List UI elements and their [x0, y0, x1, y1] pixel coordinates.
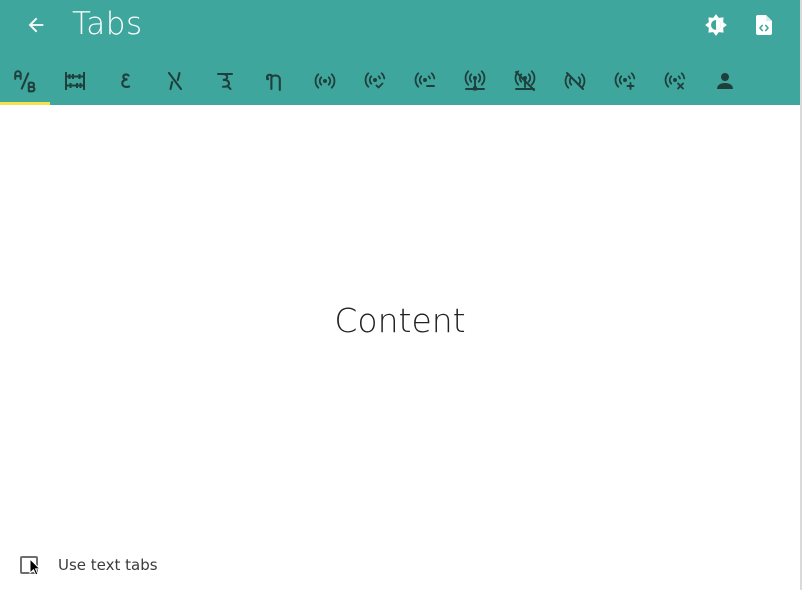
access-point-network-off-icon — [514, 70, 536, 91]
mouse-cursor-icon — [29, 558, 41, 576]
top-bar: Tabs — [0, 0, 800, 52]
abugida-devanagari-icon — [217, 73, 233, 90]
tab-abjad-arabic[interactable] — [100, 57, 150, 105]
tab-abugida-devanagari[interactable] — [200, 57, 250, 105]
tab-abacus[interactable] — [50, 57, 100, 105]
page-title: Tabs — [72, 6, 143, 42]
tab-ab-testing[interactable] — [0, 57, 50, 105]
abjad-hebrew-icon — [167, 71, 183, 91]
tab-bar — [0, 57, 750, 105]
abugida-thai-icon — [265, 73, 281, 92]
tab-account[interactable] — [700, 57, 750, 105]
tab-content: Content — [0, 105, 800, 535]
back-button[interactable] — [20, 9, 52, 41]
access-point-check-icon — [364, 72, 386, 89]
tab-access-point-plus[interactable] — [600, 57, 650, 105]
tab-access-point-check[interactable] — [350, 57, 400, 105]
app-window: Tabs Content Use text tabs — [0, 0, 802, 590]
tab-access-point-remove[interactable] — [650, 57, 700, 105]
use-text-tabs-label[interactable]: Use text tabs — [58, 556, 158, 574]
app-bar: Tabs — [0, 0, 800, 105]
tab-abugida-thai[interactable] — [250, 57, 300, 105]
arrow-left-icon — [28, 17, 44, 33]
abacus-icon — [65, 72, 85, 90]
toggle-theme-button[interactable] — [700, 9, 732, 41]
access-point-network-icon — [464, 70, 486, 91]
access-point-icon — [314, 73, 336, 89]
tab-abjad-hebrew[interactable] — [150, 57, 200, 105]
abjad-arabic-icon — [121, 73, 131, 88]
tab-access-point-network-off[interactable] — [500, 57, 550, 105]
content-text: Content — [334, 300, 466, 340]
tab-access-point-minus[interactable] — [400, 57, 450, 105]
access-point-remove-icon — [664, 72, 686, 90]
access-point-minus-icon — [414, 72, 436, 88]
tab-access-point[interactable] — [300, 57, 350, 105]
brightness-icon — [705, 14, 727, 36]
tab-access-point-off[interactable] — [550, 57, 600, 105]
ab-testing-icon — [14, 70, 36, 93]
access-point-plus-icon — [614, 72, 636, 90]
tab-access-point-network[interactable] — [450, 57, 500, 105]
access-point-off-icon — [564, 72, 586, 90]
file-code-icon — [756, 15, 772, 35]
account-icon — [717, 73, 733, 89]
view-source-button[interactable] — [748, 9, 780, 41]
